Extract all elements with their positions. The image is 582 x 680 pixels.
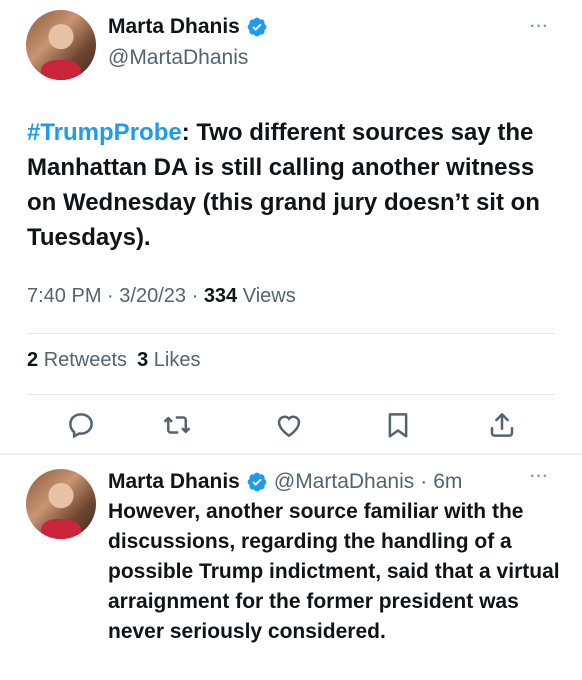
retweets-stat[interactable]: 2 Retweets (27, 349, 127, 372)
reply-avatar[interactable] (26, 469, 96, 539)
likes-stat[interactable]: 3 Likes (137, 349, 200, 372)
share-icon[interactable] (487, 410, 517, 440)
views-count: 334 (203, 285, 238, 307)
more-options-icon[interactable]: ··· (530, 18, 549, 36)
retweets-count: 2 (27, 349, 39, 371)
bookmark-icon[interactable] (383, 410, 413, 440)
reply-more-options-icon[interactable]: ··· (530, 468, 549, 486)
reply-age[interactable]: 6m (433, 470, 462, 494)
divider (27, 394, 555, 395)
action-bar (0, 410, 582, 442)
tweet-meta: 7:40 PM · 3/20/23 · 334 Views (27, 285, 296, 308)
likes-count: 3 (137, 349, 149, 371)
divider (27, 333, 555, 334)
reply-separator: · (420, 470, 428, 493)
avatar[interactable] (26, 10, 96, 80)
likes-label: Likes (153, 349, 201, 371)
like-icon[interactable] (274, 410, 304, 440)
meta-separator: · (191, 285, 199, 307)
thread-divider (0, 453, 582, 455)
retweet-icon[interactable] (162, 410, 192, 440)
reply-header: Marta Dhanis @MartaDhanis · 6m (108, 470, 462, 494)
reply-icon[interactable] (66, 410, 96, 440)
tweet-text: #TrumpProbe: Two different sources say t… (27, 115, 567, 255)
tweet-date[interactable]: 3/20/23 (119, 285, 186, 307)
hashtag-link[interactable]: #TrumpProbe (27, 119, 182, 146)
views-label: Views (242, 285, 296, 307)
author-handle[interactable]: @MartaDhanis (108, 46, 248, 70)
reply-author-handle[interactable]: @MartaDhanis (274, 470, 414, 494)
meta-separator: · (107, 285, 114, 307)
verified-badge-icon (247, 472, 267, 492)
tweet-time[interactable]: 7:40 PM (27, 285, 101, 307)
verified-badge-icon (247, 17, 267, 37)
author-name-row: Marta Dhanis (108, 15, 268, 39)
engagement-stats: 2 Retweets 3 Likes (27, 349, 200, 372)
retweets-label: Retweets (43, 349, 128, 371)
reply-text: However, another source familiar with th… (108, 500, 560, 643)
author-name[interactable]: Marta Dhanis (108, 15, 240, 39)
reply-author-name[interactable]: Marta Dhanis (108, 470, 240, 494)
